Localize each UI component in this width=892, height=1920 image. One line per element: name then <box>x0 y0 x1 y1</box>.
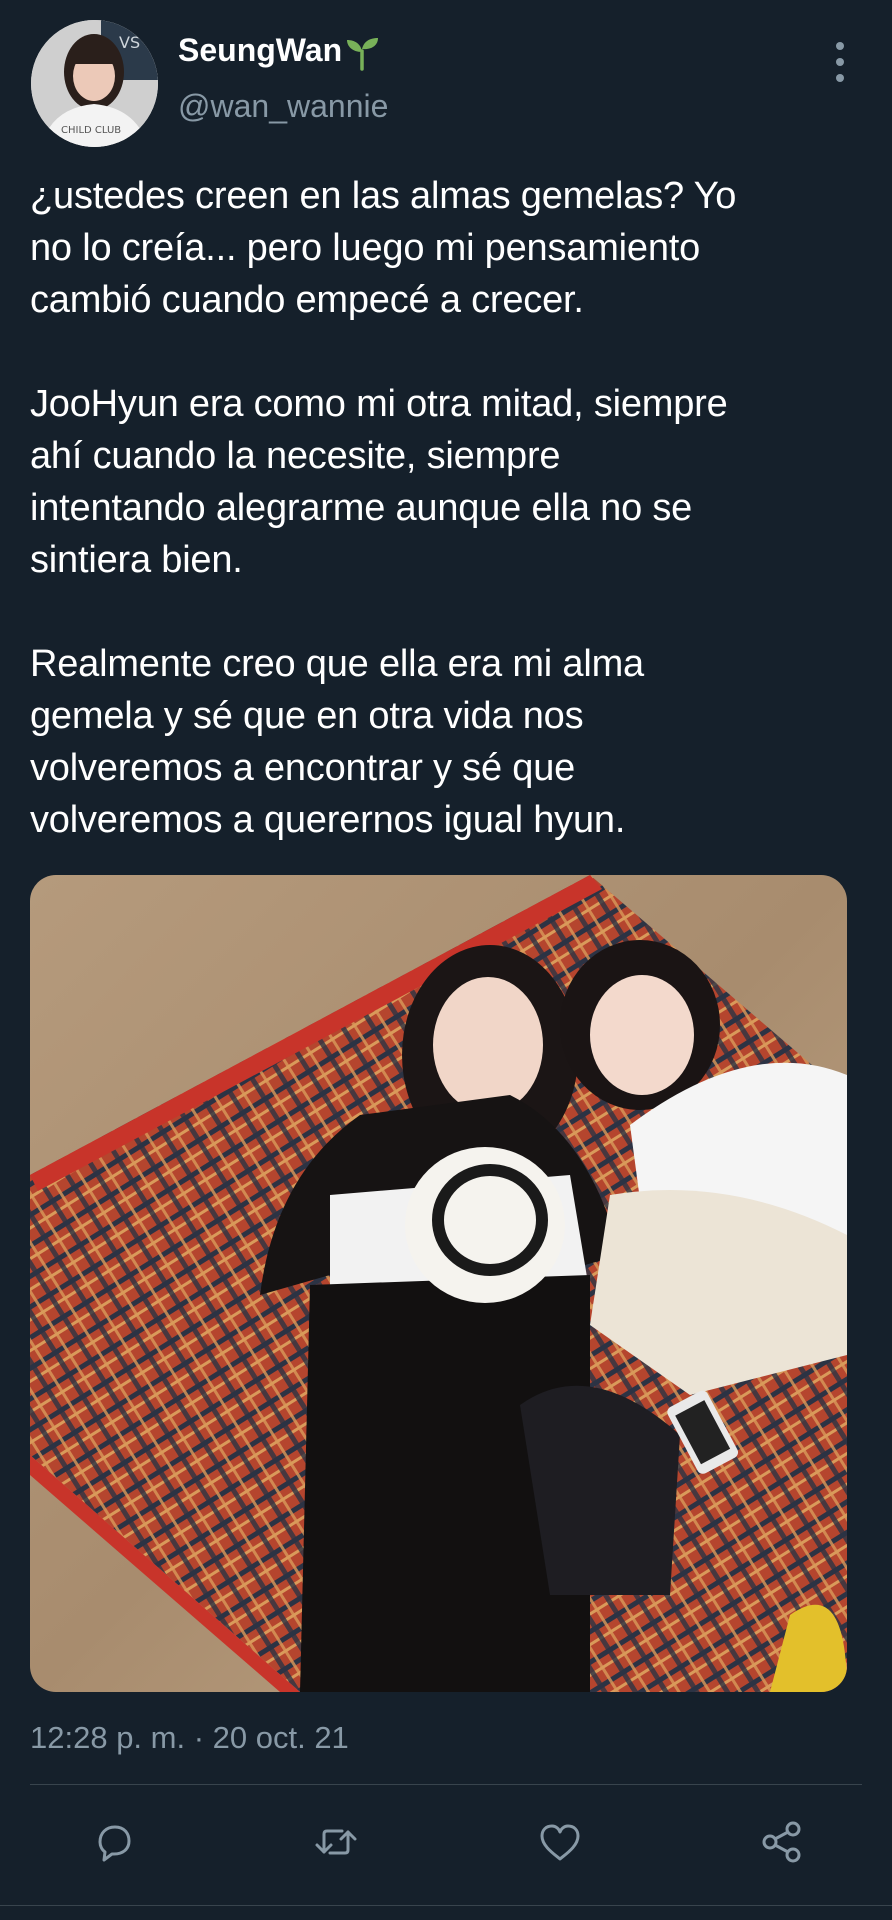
tweet-paragraph: JooHyun era como mi otra mitad, siempre … <box>30 383 728 581</box>
divider <box>30 1784 862 1785</box>
display-name[interactable]: SeungWan <box>178 28 380 72</box>
reply-icon <box>98 1825 131 1862</box>
tweet-photo[interactable] <box>30 875 847 1692</box>
more-dot-icon <box>836 42 844 50</box>
like-icon <box>540 1824 580 1861</box>
tweet-actions <box>30 1812 862 1872</box>
svg-text:VS: VS <box>119 33 140 52</box>
share-button[interactable] <box>752 1812 812 1872</box>
photo-image <box>30 875 847 1692</box>
svg-text:CHILD CLUB: CHILD CLUB <box>61 125 121 136</box>
avatar[interactable]: VS CHILD CLUB <box>31 20 158 147</box>
retweet-icon <box>315 1829 357 1855</box>
like-button[interactable] <box>530 1812 590 1872</box>
tweet-paragraph: ¿ustedes creen en las almas gemelas? Yo … <box>30 175 737 321</box>
divider <box>0 1905 892 1906</box>
user-handle[interactable]: @wan_wannie <box>178 84 388 128</box>
sprout-icon <box>347 37 379 71</box>
tweet-text: ¿ustedes creen en las almas gemelas? Yo … <box>30 170 870 898</box>
tweet-timestamp[interactable]: 12:28 p. m. · 20 oct. 21 <box>30 1716 349 1760</box>
display-name-text: SeungWan <box>178 32 343 68</box>
share-icon <box>762 1821 801 1863</box>
tweet-detail: VS CHILD CLUB SeungWan @wan_wannie ¿uste… <box>0 0 892 1920</box>
more-options-button[interactable] <box>822 42 858 82</box>
reply-button[interactable] <box>84 1812 144 1872</box>
more-dot-icon <box>836 58 844 66</box>
more-dot-icon <box>836 74 844 82</box>
avatar-image: VS CHILD CLUB <box>31 20 158 147</box>
tweet-paragraph: Realmente creo que ella era mi alma geme… <box>30 643 644 841</box>
retweet-button[interactable] <box>306 1812 366 1872</box>
